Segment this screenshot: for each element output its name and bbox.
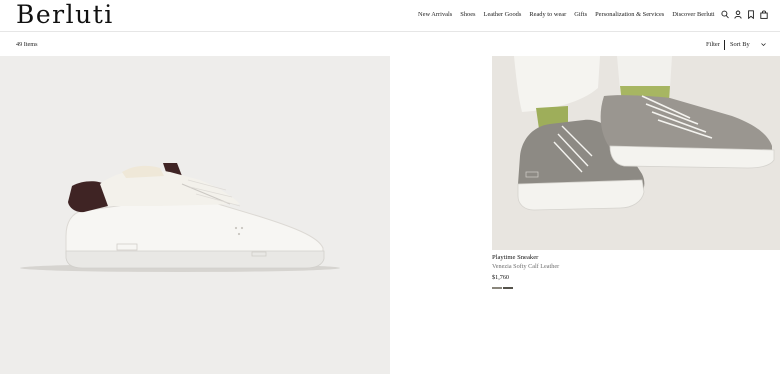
wishlist-icon[interactable]	[747, 10, 755, 19]
color-swatch-light-grey[interactable]	[492, 287, 502, 289]
chevron-down-icon[interactable]	[761, 42, 766, 47]
nav-gifts[interactable]: Gifts	[574, 11, 587, 18]
nav-personalization-services[interactable]: Personalization & Services	[595, 11, 664, 18]
product-image-grey-sneaker[interactable]	[492, 56, 780, 250]
account-icon[interactable]	[734, 10, 742, 19]
color-swatch-dark-grey[interactable]	[503, 287, 513, 289]
nav-discover-berluti[interactable]: Discover Berluti	[672, 11, 714, 18]
color-swatches	[492, 287, 513, 289]
bag-icon[interactable]	[760, 10, 768, 19]
product-material: Venezia Softy Calf Leather	[492, 263, 560, 270]
sort-by-dropdown[interactable]: Sort By	[730, 41, 750, 48]
nav-shoes[interactable]: Shoes	[460, 11, 475, 18]
grey-sneaker-on-model-illustration	[492, 56, 780, 250]
site-header: Berluti New Arrivals Shoes Leather Goods…	[0, 0, 780, 32]
product-image-white-sneaker[interactable]	[0, 56, 390, 374]
filter-button[interactable]: Filter	[706, 41, 720, 48]
main-nav: New Arrivals Shoes Leather Goods Ready t…	[418, 11, 715, 18]
berluti-logo[interactable]: Berluti	[16, 1, 114, 29]
toolbar-divider	[724, 40, 725, 50]
nav-leather-goods[interactable]: Leather Goods	[484, 11, 522, 18]
nav-ready-to-wear[interactable]: Ready to wear	[529, 11, 566, 18]
listing-toolbar: 49 Items Filter Sort By	[0, 33, 780, 56]
search-icon[interactable]	[721, 10, 729, 19]
product-name[interactable]: Playtime Sneaker	[492, 254, 559, 261]
item-count: 49 Items	[16, 41, 38, 48]
nav-new-arrivals[interactable]: New Arrivals	[418, 11, 452, 18]
product-price: $1,760	[492, 274, 510, 281]
header-icons	[721, 10, 768, 19]
product-info: Playtime Sneaker Venezia Softy Calf Leat…	[492, 254, 559, 281]
white-sneaker-illustration	[20, 163, 340, 272]
